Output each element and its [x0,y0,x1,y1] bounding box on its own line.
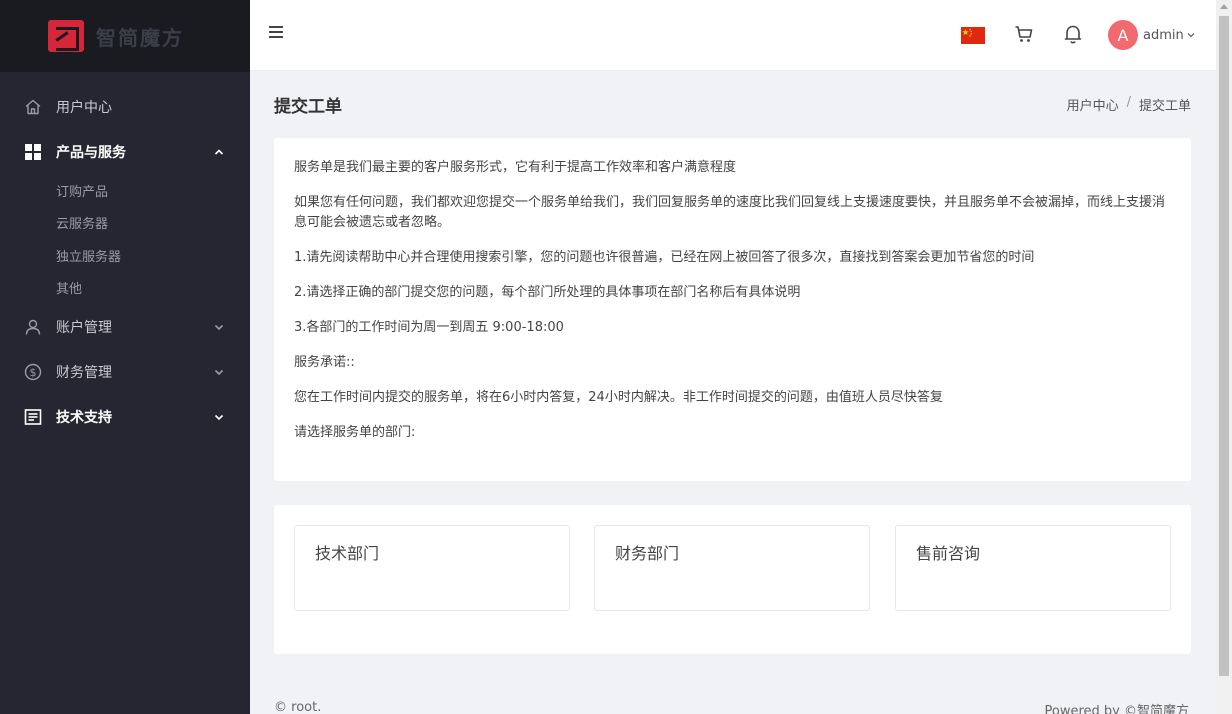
sidebar-item-label: 财务管理 [56,364,112,381]
intro-paragraph: 请选择服务单的部门: [294,425,416,440]
logo[interactable]: 智简魔方 [0,0,250,72]
svg-text:$: $ [30,366,37,379]
sidebar-item-label: 用户中心 [56,99,112,116]
sidebar-subitem-other[interactable]: 其他 [0,272,250,305]
chevron-up-icon [214,147,224,157]
sidebar-subitem-cloud-server[interactable]: 云服务器 [0,207,250,240]
sidebar-nav: 用户中心 产品与服务 订购产品 云服务器 独立服务器 其他 账户管理 $ 财务管… [0,72,250,439]
intro-paragraph: 如果您有任何问题，我们都欢迎您提交一个服务单给我们，我们回复服务单的速度比我们回… [294,195,1166,230]
breadcrumb-current: 提交工单 [1138,99,1191,114]
user-icon [24,318,42,336]
scroll-up-arrow-icon[interactable] [1220,4,1228,9]
breadcrumb-user-center[interactable]: 用户中心 [1067,95,1119,114]
intro-paragraph: 服务承诺:: [294,355,355,370]
menu-toggle-icon[interactable] [269,26,283,38]
sidebar-item-label: 产品与服务 [56,144,126,161]
logo-text: 智简魔方 [96,25,184,50]
department-finance[interactable]: 财务部门 [594,525,870,611]
intro-paragraph: 2.请选择正确的部门提交您的问题，每个部门所处理的具体事项在部门名称后有具体说明 [294,285,801,300]
sidebar-item-finance[interactable]: $ 财务管理 [0,349,250,394]
intro-paragraph: 1.请先阅读帮助中心并合理使用搜索引擎，您的问题也许很普遍，已经在网上被回答了很… [294,250,1035,265]
sidebar-item-products[interactable]: 产品与服务 [0,129,250,174]
chevron-down-icon [214,367,224,377]
chevron-down-icon [1187,31,1195,39]
dollar-icon: $ [24,363,42,381]
breadcrumb: 用户中心 / 提交工单 [1067,95,1191,114]
sidebar-item-label: 技术支持 [56,409,112,426]
shopping-cart-icon[interactable] [1014,24,1034,44]
department-presales[interactable]: 售前咨询 [895,525,1171,611]
user-menu[interactable]: A admin [1108,20,1195,50]
page-scrollbar[interactable] [1216,0,1232,714]
breadcrumb-separator: / [1126,95,1131,110]
home-icon [24,98,42,116]
sidebar-item-account[interactable]: 账户管理 [0,304,250,349]
intro-paragraph: 3.各部门的工作时间为周一到周五 9:00-18:00 [294,320,564,335]
notification-bell-icon[interactable] [1063,23,1083,45]
logo-mark-icon [48,20,84,52]
sidebar-item-tech-support[interactable]: 技术支持 [0,394,250,439]
chevron-down-icon [214,412,224,422]
scroll-thumb[interactable] [1219,16,1229,676]
department-card-container: 技术部门 财务部门 售前咨询 [274,505,1191,654]
sidebar-subitem-order-product[interactable]: 订购产品 [0,174,250,207]
grid-icon [24,143,42,161]
department-tech[interactable]: 技术部门 [294,525,570,611]
intro-paragraph: 服务单是我们最主要的客户服务形式，它有利于提高工作效率和客户满意程度 [294,160,737,175]
username: admin [1143,27,1184,43]
ticket-icon [24,408,42,426]
top-header: A admin [250,0,1216,71]
page-title: 提交工单 [274,97,342,117]
sidebar-subitem-dedicated-server[interactable]: 独立服务器 [0,239,250,272]
footer-copyright: © root. [274,700,322,714]
footer-powered-by: Powered by ©智简魔方 [1044,704,1189,714]
sidebar-item-label: 账户管理 [56,319,112,336]
chevron-down-icon [214,322,224,332]
sidebar-item-user-center[interactable]: 用户中心 [0,84,250,129]
china-flag-icon[interactable] [961,27,985,44]
sidebar: 智简魔方 用户中心 产品与服务 订购产品 云服务器 独立服务器 其他 账户管理 [0,0,250,714]
avatar: A [1108,20,1138,50]
intro-paragraph: 您在工作时间内提交的服务单，将在6小时内答复，24小时内解决。非工作时间提交的问… [294,390,943,405]
intro-card: 服务单是我们最主要的客户服务形式，它有利于提高工作效率和客户满意程度 如果您有任… [274,138,1191,481]
